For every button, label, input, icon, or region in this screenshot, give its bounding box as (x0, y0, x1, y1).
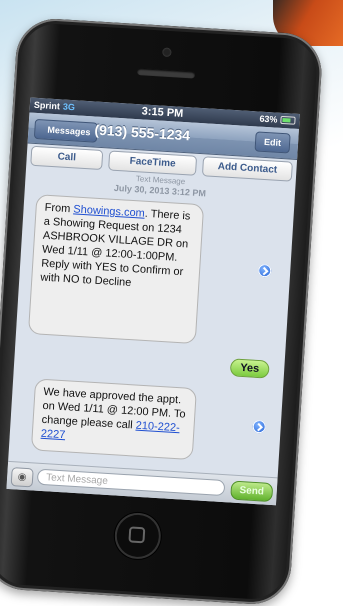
edit-button[interactable]: Edit (254, 131, 291, 154)
facetime-button[interactable]: FaceTime (108, 150, 198, 176)
network-type: 3G (62, 101, 76, 113)
incoming-message-1: From Showings.com. There is a Showing Re… (27, 194, 205, 345)
message-prefix: From (44, 201, 74, 216)
messages-screen: Sprint 3G 3:15 PM 63% Messages (913) 555-… (6, 97, 300, 506)
front-camera-icon (162, 47, 172, 58)
message-input[interactable]: Text Message (36, 468, 226, 497)
home-button-icon[interactable] (113, 511, 163, 561)
messages-back-button[interactable]: Messages (33, 118, 98, 143)
battery-icon (280, 115, 296, 125)
contact-title: (913) 555-1234 (94, 121, 191, 144)
incoming-message-2: We have approved the appt. on Wed 1/11 @… (30, 378, 197, 461)
call-button[interactable]: Call (30, 145, 104, 171)
send-button[interactable]: Send (230, 480, 274, 503)
battery-percent: 63% (259, 113, 278, 125)
message-body: . There is a Showing Request on 1234 ASH… (40, 207, 191, 290)
add-contact-button[interactable]: Add Contact (201, 156, 293, 182)
disclosure-arrow-icon[interactable] (252, 419, 267, 434)
iphone-device: Sprint 3G 3:15 PM 63% Messages (913) 555-… (0, 16, 324, 606)
compose-bar: ◉ Text Message Send (6, 460, 278, 506)
carrier-name: Sprint (33, 99, 61, 112)
earpiece-speaker (136, 68, 196, 79)
status-carrier-wrap: Sprint 3G (34, 100, 76, 112)
status-time: 3:15 PM (141, 105, 184, 120)
disclosure-arrow-icon[interactable] (257, 263, 272, 278)
outgoing-message-1: Yes (229, 358, 270, 379)
camera-icon[interactable]: ◉ (10, 467, 34, 488)
